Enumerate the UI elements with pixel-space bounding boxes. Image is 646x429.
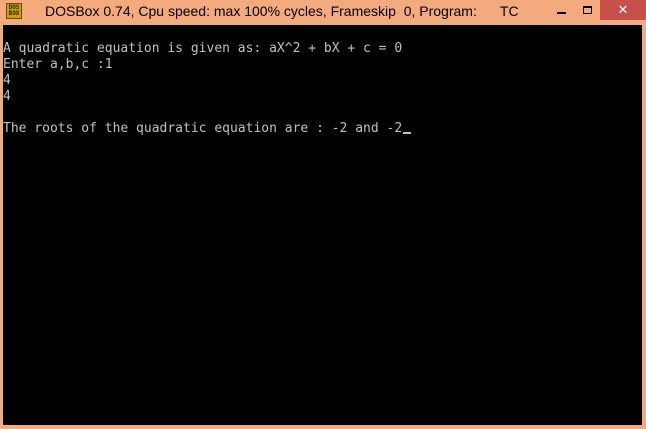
window-controls: ✕ xyxy=(548,0,646,20)
window-title: DOSBox 0.74, Cpu speed: max 100% cycles,… xyxy=(45,3,519,19)
console-output-line: The roots of the quadratic equation are … xyxy=(3,121,412,137)
console-line: 4 xyxy=(3,73,11,88)
dosbox-icon[interactable]: DOS BOX xyxy=(6,3,22,19)
console-line: 4 xyxy=(3,89,11,104)
console-line: A quadratic equation is given as: aX^2 +… xyxy=(3,41,403,56)
maximize-icon xyxy=(582,6,592,14)
dosbox-window: DOS BOX DOSBox 0.74, Cpu speed: max 100%… xyxy=(0,0,646,429)
dos-console[interactable]: A quadratic equation is given as: aX^2 +… xyxy=(3,25,642,425)
text-cursor xyxy=(403,132,412,134)
title-bar[interactable]: DOS BOX DOSBox 0.74, Cpu speed: max 100%… xyxy=(0,0,646,25)
console-line: Enter a,b,c :1 xyxy=(3,57,113,72)
minimize-button[interactable] xyxy=(548,0,574,20)
maximize-button[interactable] xyxy=(574,0,600,20)
console-line-text: The roots of the quadratic equation are … xyxy=(3,121,403,136)
minimize-icon xyxy=(556,12,566,14)
icon-text-bottom: BOX xyxy=(8,10,20,17)
close-icon: ✕ xyxy=(617,2,629,18)
close-button[interactable]: ✕ xyxy=(600,0,646,20)
